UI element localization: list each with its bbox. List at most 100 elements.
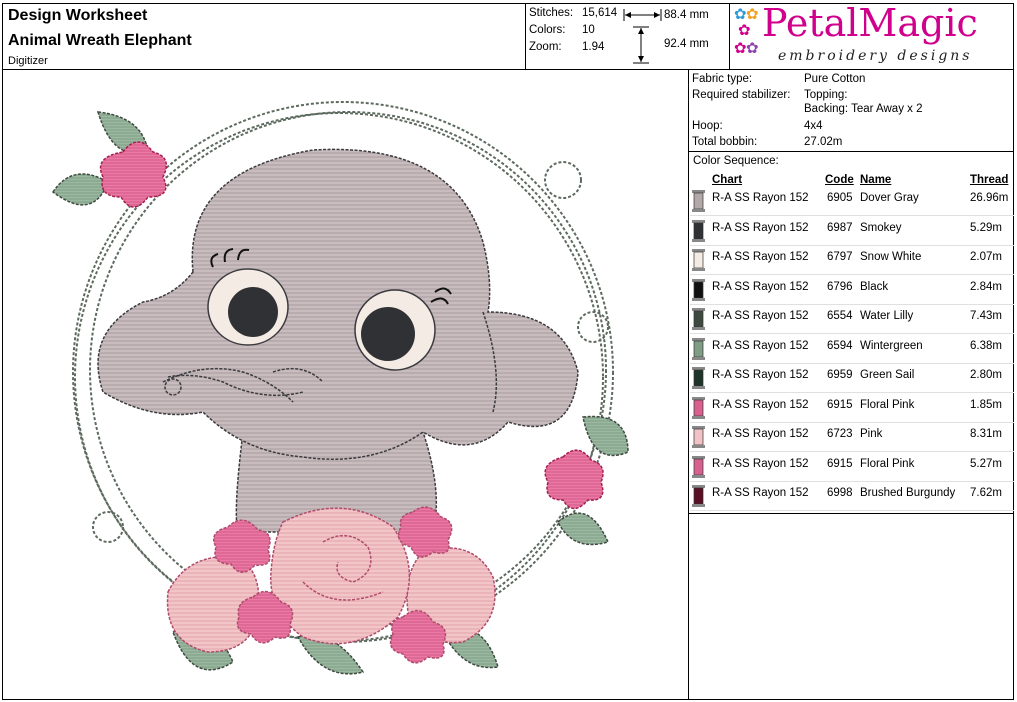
color-thread-length: 2.84m [970,280,1002,293]
color-code: 6915 [827,398,853,411]
brand-logo: ✿ ✿ ✿ ✿ ✿ PetalMagic embroidery designs [734,1,978,64]
color-row: R-A SS Rayon 152 6959 Green Sail 2.80m [690,363,1014,393]
stabilizer-label: Required stabilizer: [692,89,791,101]
hoop-value: 4x4 [804,120,823,132]
color-code: 6554 [827,310,853,322]
color-code: 6915 [827,457,853,470]
header-stats-divider [525,3,526,69]
thread-spool-icon [692,337,705,360]
rose-cluster [166,506,496,664]
color-thread-length: 5.29m [970,221,1002,234]
color-name: Green Sail [860,369,915,381]
color-chart: R-A SS Rayon 152 [712,339,809,352]
color-chart: R-A SS Rayon 152 [712,369,809,381]
color-row: R-A SS Rayon 152 6998 Brushed Burgundy 7.62… [690,481,1014,511]
color-row: R-A SS Rayon 152 6594 Wintergreen 6.38m [690,334,1014,364]
bobbin-label: Total bobbin: [692,136,758,148]
color-row: R-A SS Rayon 152 6723 Pink 8.31m [690,422,1014,452]
color-thread-length: 2.07m [970,251,1002,263]
color-name: Smokey [860,221,902,234]
colors-value: 10 [582,24,595,36]
digitizer-label: Digitizer [8,55,48,67]
thread-spool-icon [692,396,705,419]
color-chart: R-A SS Rayon 152 [712,221,809,234]
color-row: R-A SS Rayon 152 6905 Dover Gray 26.96m [690,186,1014,216]
color-name: Water Lilly [860,310,914,322]
color-chart: R-A SS Rayon 152 [712,192,809,204]
thread-spool-icon [692,485,705,507]
logo-brand-text: PetalMagic [762,1,978,45]
color-row: R-A SS Rayon 152 6554 Water Lilly 7.43m [690,304,1014,334]
color-code: 6797 [827,251,853,263]
color-code: 6594 [827,339,853,352]
color-code: 6987 [827,221,853,234]
dimension-arrows [623,9,662,64]
thread-spool-icon [692,219,705,242]
thread-spool-icon [692,455,705,478]
thread-spool-icon [692,367,705,389]
header-divider [2,69,1014,70]
color-name: Brushed Burgundy [860,487,956,499]
design-name: Animal Wreath Elephant [8,32,192,49]
thread-spool-icon [692,190,705,212]
color-code: 6905 [827,192,853,204]
colors-label: Colors: [529,24,566,36]
thread-spool-icon [692,426,705,448]
color-thread-length: 7.62m [970,487,1002,499]
color-thread-length: 7.43m [970,310,1002,322]
topping-value: Topping: [804,89,848,101]
color-thread-length: 8.31m [970,428,1002,440]
color-chart: R-A SS Rayon 152 [712,487,809,499]
color-chart: R-A SS Rayon 152 [712,428,809,440]
thread-spool-icon [692,308,705,330]
color-chart: R-A SS Rayon 152 [712,310,809,322]
design-width: 88.4 mm [664,9,709,21]
stitches-value: 15,614 [582,7,618,19]
color-row: R-A SS Rayon 152 6987 Smokey 5.29m [690,216,1014,246]
color-code: 6998 [827,487,853,499]
color-code: 6723 [827,428,853,440]
color-row: R-A SS Rayon 152 6915 Floral Pink 1.85m [690,393,1014,423]
hoop-label: Hoop: [692,120,723,132]
color-thread-length: 26.96m [970,192,1009,204]
sequence-bottom-divider [688,513,1014,514]
color-row: R-A SS Rayon 152 6915 Floral Pink 5.27m [690,452,1014,482]
color-row: R-A SS Rayon 152 6797 Snow White 2.07m [690,245,1014,275]
elephant-wreath-artwork [51,101,629,675]
color-code: 6959 [827,369,853,381]
color-chart: R-A SS Rayon 152 [712,280,809,293]
column-header-chart: Chart [712,174,743,186]
column-header-thread: Thread [970,174,1009,186]
color-thread-length: 1.85m [970,398,1002,411]
fabric-value: Pure Cotton [804,73,866,85]
thread-spool-icon [692,249,705,271]
color-name: Floral Pink [860,398,915,411]
color-name: Floral Pink [860,457,915,470]
color-thread-length: 2.80m [970,369,1002,381]
backing-value: Backing: Tear Away x 2 [804,103,923,115]
elephant [97,148,579,533]
color-name: Snow White [860,251,922,263]
row-divider [690,510,1014,511]
bobbin-value: 27.02m [804,136,843,148]
content-divider [688,69,689,700]
fabric-label: Fabric type: [692,73,753,85]
design-height: 92.4 mm [664,38,709,50]
color-name: Pink [860,428,883,440]
color-row: R-A SS Rayon 152 6796 Black 2.84m [690,275,1014,305]
color-name: Wintergreen [860,339,923,352]
logo-tagline: embroidery designs [778,48,973,64]
color-chart: R-A SS Rayon 152 [712,398,809,411]
header-logo-divider [729,3,730,69]
thread-spool-icon [692,278,705,301]
color-name: Dover Gray [860,192,919,204]
color-code: 6796 [827,280,853,293]
stitches-label: Stitches: [529,7,574,19]
color-thread-length: 5.27m [970,457,1002,470]
color-sequence-title: Color Sequence: [693,155,779,167]
page-title: Design Worksheet [8,7,148,24]
specs-divider [688,151,1014,152]
color-chart: R-A SS Rayon 152 [712,457,809,470]
color-chart: R-A SS Rayon 152 [712,251,809,263]
column-header-name: Name [860,174,892,186]
